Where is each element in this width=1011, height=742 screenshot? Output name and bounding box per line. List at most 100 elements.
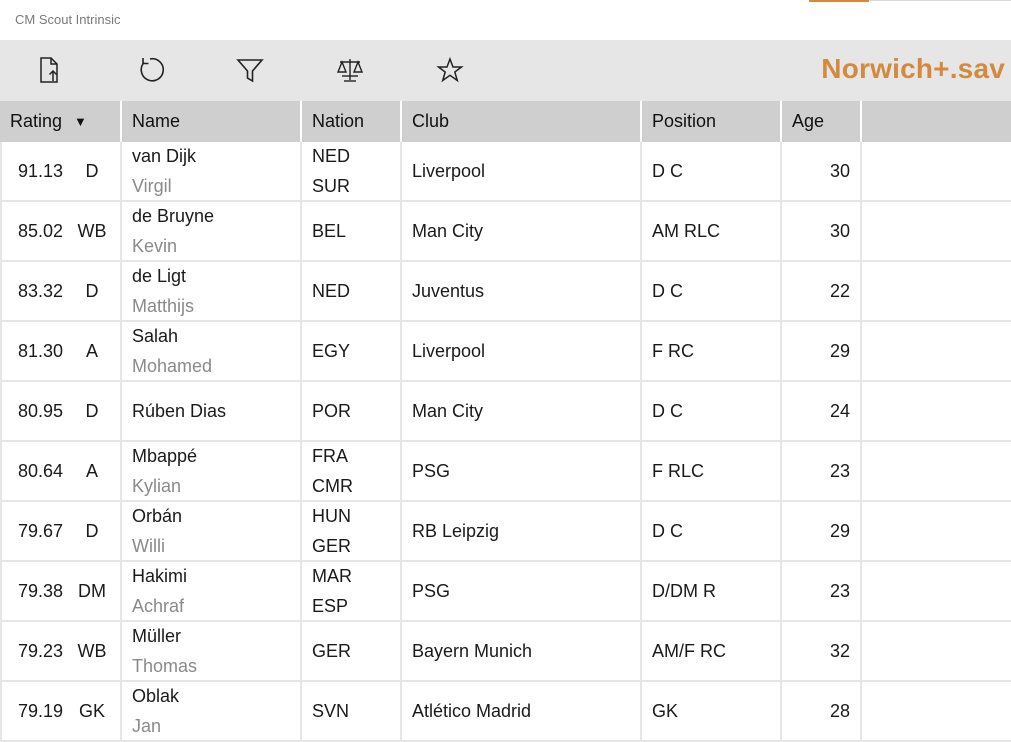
nation-cell: NED (302, 262, 402, 320)
nation-secondary: ESP (312, 596, 349, 616)
age-cell: 29 (782, 322, 862, 380)
position-cell: GK (642, 682, 782, 740)
nation-cell: GER (302, 622, 402, 680)
column-header-club[interactable]: Club (402, 101, 642, 142)
column-header-position[interactable]: Position (642, 101, 782, 142)
column-header-name[interactable]: Name (122, 101, 302, 142)
empty-cell (862, 202, 1011, 260)
export-file-icon (40, 57, 58, 83)
table-row[interactable]: 83.32 D de Ligt Matthijs NED Juventus D … (0, 262, 1011, 322)
players-table: Rating ▼ Name Nation Club Position Age 9… (0, 101, 1011, 742)
export-button[interactable] (32, 52, 68, 88)
age-cell: 32 (782, 622, 862, 680)
club-cell: Man City (402, 382, 642, 440)
favorite-button[interactable] (432, 52, 468, 88)
player-firstname: Thomas (132, 656, 198, 676)
table-row[interactable]: 80.95 D Rúben Dias POR Man City D C 24 (0, 382, 1011, 442)
age-value: 24 (829, 400, 850, 421)
nation-cell: BEL (302, 202, 402, 260)
column-header-empty (862, 101, 1011, 142)
position-cell: AM RLC (642, 202, 782, 260)
position-cell: F RLC (642, 442, 782, 500)
rating-value: 79.19 (18, 700, 64, 721)
position-value: GK (652, 700, 679, 721)
nation-secondary: SUR (312, 176, 351, 196)
age-cell: 24 (782, 382, 862, 440)
club-name: PSG (412, 580, 451, 601)
age-value: 29 (829, 520, 850, 541)
rating-cell: 79.38 DM (0, 562, 122, 620)
rating-cell: 79.23 WB (0, 622, 122, 680)
table-row[interactable]: 79.38 DM Hakimi Achraf MAR ESP PSG D/DM … (0, 562, 1011, 622)
rating-value: 79.38 (18, 580, 64, 601)
club-name: RB Leipzig (412, 520, 500, 541)
nation-primary: POR (312, 401, 352, 421)
column-header-age[interactable]: Age (782, 101, 862, 142)
empty-cell (862, 382, 1011, 440)
age-cell: 23 (782, 442, 862, 500)
table-row[interactable]: 79.23 WB Müller Thomas GER Bayern Munich… (0, 622, 1011, 682)
club-name: Bayern Munich (412, 640, 533, 661)
table-row[interactable]: 80.64 A Mbappé Kylian FRA CMR PSG F RLC … (0, 442, 1011, 502)
age-value: 22 (829, 280, 850, 301)
compare-scale-icon (336, 59, 364, 82)
player-surname: Rúben Dias (132, 401, 227, 421)
player-surname: Mbappé (132, 446, 198, 466)
column-header-nation[interactable]: Nation (302, 101, 402, 142)
nation-primary: BEL (312, 221, 347, 241)
nation-cell: EGY (302, 322, 402, 380)
position-value: D C (652, 400, 683, 421)
filter-icon (236, 59, 264, 83)
rating-cell: 79.19 GK (0, 682, 122, 740)
player-firstname: Achraf (132, 596, 185, 616)
empty-cell (862, 622, 1011, 680)
player-firstname: Jan (132, 716, 162, 736)
age-cell: 28 (782, 682, 862, 740)
nation-cell: MAR ESP (302, 562, 402, 620)
rating-value: 91.13 (18, 160, 64, 181)
empty-cell (862, 502, 1011, 560)
empty-cell (862, 442, 1011, 500)
player-surname: de Bruyne (132, 206, 215, 226)
filter-button[interactable] (232, 52, 268, 88)
table-row[interactable]: 85.02 WB de Bruyne Kevin BEL Man City AM… (0, 202, 1011, 262)
club-name: Liverpool (412, 160, 486, 181)
table-row[interactable]: 79.19 GK Oblak Jan SVN Atlético Madrid G… (0, 682, 1011, 742)
name-cell: Mbappé Kylian (122, 442, 302, 500)
player-surname: de Ligt (132, 266, 187, 286)
column-header-rating[interactable]: Rating ▼ (0, 101, 122, 142)
club-cell: Bayern Munich (402, 622, 642, 680)
player-surname: Oblak (132, 686, 180, 706)
club-name: Man City (412, 220, 484, 241)
refresh-button[interactable] (132, 52, 168, 88)
name-cell: Müller Thomas (122, 622, 302, 680)
position-value: D C (652, 160, 683, 181)
age-cell: 30 (782, 202, 862, 260)
player-firstname: Kylian (132, 476, 182, 496)
name-cell: Oblak Jan (122, 682, 302, 740)
rating-cell: 85.02 WB (0, 202, 122, 260)
club-cell: PSG (402, 562, 642, 620)
club-name: PSG (412, 460, 451, 481)
club-cell: Liverpool (402, 142, 642, 200)
column-header-rating-label: Rating (10, 111, 63, 131)
sort-descending-icon: ▼ (74, 114, 87, 129)
nation-primary: GER (312, 641, 352, 661)
title-bar: CM Scout Intrinsic (0, 0, 1011, 40)
position-cell: D C (642, 382, 782, 440)
nation-cell: NED SUR (302, 142, 402, 200)
table-row[interactable]: 79.67 D Orbán Willi HUN GER RB Leipzig D… (0, 502, 1011, 562)
rating-role: D (85, 520, 99, 541)
name-cell: Salah Mohamed (122, 322, 302, 380)
nation-primary: HUN (312, 506, 351, 526)
age-value: 30 (829, 220, 850, 241)
empty-cell (862, 682, 1011, 740)
column-header-club-label: Club (412, 111, 450, 131)
position-value: D C (652, 280, 683, 301)
rating-cell: 83.32 D (0, 262, 122, 320)
nation-cell: FRA CMR (302, 442, 402, 500)
compare-button[interactable] (332, 52, 368, 88)
window-accent-tab (809, 0, 869, 2)
table-row[interactable]: 81.30 A Salah Mohamed EGY Liverpool F RC… (0, 322, 1011, 382)
table-row[interactable]: 91.13 D van Dijk Virgil NED SUR Liverpoo… (0, 142, 1011, 202)
